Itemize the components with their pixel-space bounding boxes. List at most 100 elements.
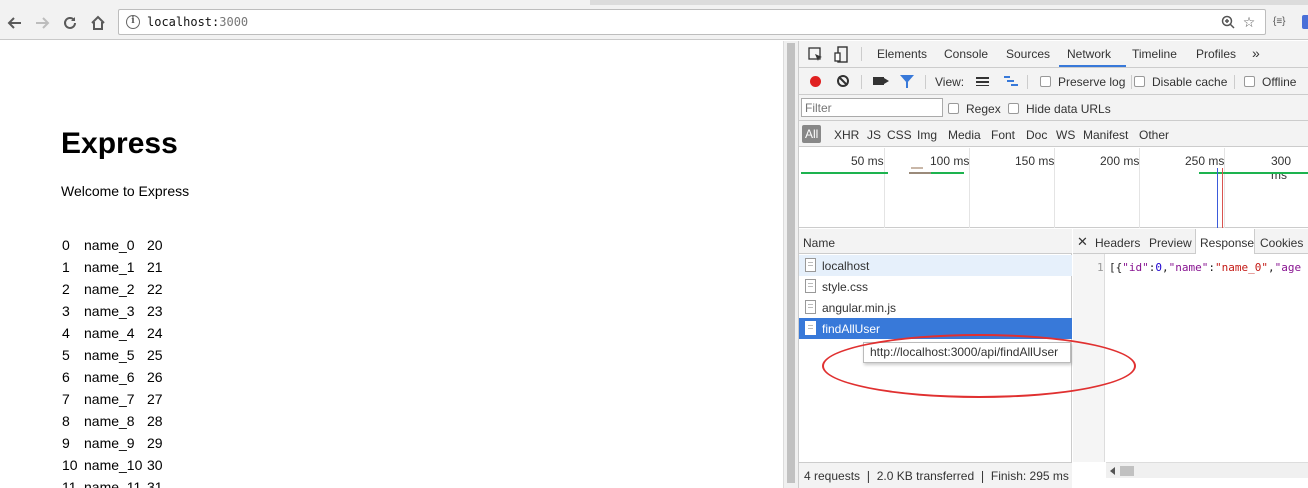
filter-input[interactable] <box>801 98 943 117</box>
home-button[interactable] <box>87 12 109 34</box>
request-name: localhost <box>822 259 870 273</box>
tab-response[interactable]: Response <box>1200 236 1254 250</box>
type-doc-button[interactable]: Doc <box>1026 128 1047 142</box>
type-media-button[interactable]: Media <box>948 128 981 142</box>
user-name: name_2 <box>84 281 135 297</box>
user-name: name_8 <box>84 413 135 429</box>
request-detail-panel: ✕ Headers Preview Response Cookies 1 [{"… <box>1073 229 1308 488</box>
user-list: 0 name_0 20 1 name_1 21 2 name_2 22 3 name_3 23 4 nam… <box>62 237 163 488</box>
type-img-button[interactable]: Img <box>917 128 937 142</box>
type-manifest-button[interactable]: Manifest <box>1083 128 1128 142</box>
address-bar[interactable]: i localhost:3000 ☆ <box>118 9 1266 35</box>
info-icon[interactable]: i <box>126 15 140 29</box>
tab-headers[interactable]: Headers <box>1095 236 1140 250</box>
zoom-icon[interactable] <box>1219 13 1237 31</box>
user-name: name_6 <box>84 369 135 385</box>
tab-preview[interactable]: Preview <box>1149 236 1192 250</box>
tab-cookies[interactable]: Cookies <box>1260 236 1303 250</box>
filter-icon[interactable] <box>900 75 914 88</box>
scrollbar-thumb[interactable] <box>787 43 795 483</box>
request-row[interactable]: findAllUser <box>799 318 1072 339</box>
request-row[interactable]: localhost <box>799 255 1072 276</box>
tab-console[interactable]: Console <box>944 47 988 61</box>
forward-button[interactable] <box>31 12 53 34</box>
reload-button[interactable] <box>59 12 81 34</box>
type-ws-button[interactable]: WS <box>1056 128 1075 142</box>
capture-screenshots-icon[interactable] <box>873 77 889 85</box>
type-font-button[interactable]: Font <box>991 128 1015 142</box>
user-row: 11 name_11 31 <box>62 479 163 488</box>
user-name: name_4 <box>84 325 135 341</box>
type-xhr-button[interactable]: XHR <box>834 128 859 142</box>
more-tabs-icon[interactable]: » <box>1252 45 1260 61</box>
clear-icon[interactable] <box>837 75 849 87</box>
user-row: 0 name_0 20 <box>62 237 163 259</box>
user-id: 8 <box>62 413 70 429</box>
user-name: name_10 <box>84 457 143 473</box>
document-icon <box>805 258 816 272</box>
response-viewer[interactable]: 1 [{"id":0,"name":"name_0","age <box>1073 254 1308 462</box>
user-id: 3 <box>62 303 70 319</box>
tab-profiles[interactable]: Profiles <box>1196 47 1236 61</box>
requests-header[interactable]: Name <box>799 229 1072 254</box>
document-icon <box>805 321 816 335</box>
type-other-button[interactable]: Other <box>1139 128 1169 142</box>
offline-label: Offline <box>1262 75 1297 89</box>
user-id: 5 <box>62 347 70 363</box>
extension-icon[interactable]: {≡} <box>1273 16 1286 27</box>
user-name: name_7 <box>84 391 135 407</box>
user-row: 5 name_5 25 <box>62 347 163 369</box>
network-overview[interactable]: 50 ms 100 ms 150 ms 200 ms 250 ms 300 ms <box>799 148 1308 228</box>
close-icon[interactable]: ✕ <box>1077 234 1088 250</box>
separator <box>1131 75 1132 89</box>
page-scrollbar[interactable] <box>783 41 798 488</box>
grid-line <box>884 148 885 228</box>
user-age: 31 <box>147 479 163 488</box>
regex-checkbox[interactable] <box>948 103 959 114</box>
disable-cache-checkbox[interactable] <box>1134 76 1145 87</box>
horizontal-scrollbar[interactable] <box>1106 462 1308 478</box>
devtools-tabbar: Elements Console Sources Network Timelin… <box>799 41 1308 68</box>
user-id: 6 <box>62 369 70 385</box>
type-js-button[interactable]: JS <box>867 128 881 142</box>
waterfall-icon[interactable] <box>1004 76 1018 86</box>
tick-label: 150 ms <box>1015 154 1055 168</box>
tab-timeline[interactable]: Timeline <box>1132 47 1177 61</box>
request-name: findAllUser <box>822 322 881 336</box>
user-age: 21 <box>147 259 163 275</box>
scrollbar-thumb[interactable] <box>1120 466 1134 476</box>
active-tab-indicator <box>1059 65 1126 67</box>
tab-network[interactable]: Network <box>1067 47 1111 61</box>
record-icon[interactable] <box>810 76 821 87</box>
type-all-button[interactable]: All <box>802 125 822 143</box>
user-age: 29 <box>147 435 163 451</box>
inspect-element-icon[interactable] <box>808 47 824 63</box>
request-row[interactable]: angular.min.js <box>799 297 1072 318</box>
tab-sources[interactable]: Sources <box>1006 47 1050 61</box>
extension-badge-icon[interactable] <box>1302 15 1308 29</box>
address-url[interactable]: localhost:3000 <box>147 15 248 29</box>
welcome-text: Welcome to Express <box>61 183 190 199</box>
tab-elements[interactable]: Elements <box>877 47 927 61</box>
device-mode-icon[interactable] <box>834 46 848 63</box>
large-rows-icon[interactable] <box>976 77 989 86</box>
preserve-log-checkbox[interactable] <box>1040 76 1051 87</box>
page-content: Express Welcome to Express 0 name_0 20 1 nam… <box>0 41 783 488</box>
separator <box>861 75 862 89</box>
user-row: 2 name_2 22 <box>62 281 163 303</box>
separator <box>925 75 926 89</box>
timing-bar <box>931 172 964 174</box>
hide-data-urls-checkbox[interactable] <box>1008 103 1019 114</box>
scroll-left-icon[interactable] <box>1110 467 1115 475</box>
type-css-button[interactable]: CSS <box>887 128 912 142</box>
response-code: [{"id":0,"name":"name_0","age <box>1109 261 1302 274</box>
bookmark-star-icon[interactable]: ☆ <box>1240 13 1258 31</box>
separator <box>1027 75 1028 89</box>
page-title: Express <box>61 127 178 160</box>
timing-bar <box>1199 172 1308 174</box>
back-button[interactable] <box>4 12 26 34</box>
request-row[interactable]: style.css <box>799 276 1072 297</box>
offline-checkbox[interactable] <box>1244 76 1255 87</box>
back-arrow-icon <box>7 17 21 29</box>
user-age: 24 <box>147 325 163 341</box>
